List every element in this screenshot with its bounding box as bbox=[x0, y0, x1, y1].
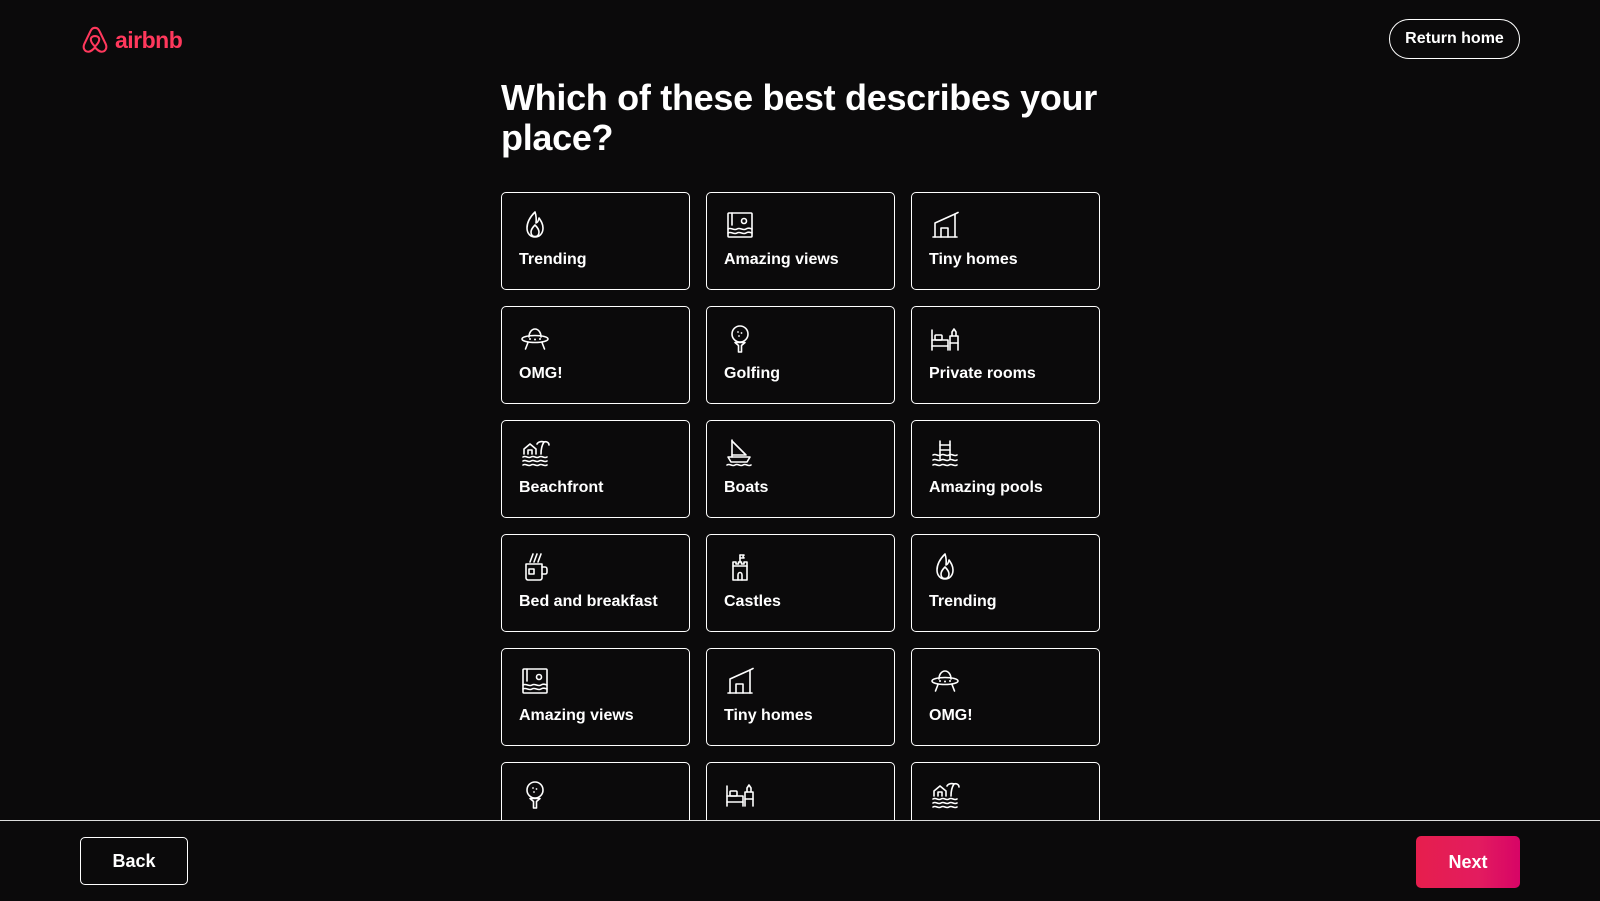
category-label: Golfing bbox=[724, 365, 780, 382]
category-label: Castles bbox=[724, 593, 781, 610]
category-label: Private rooms bbox=[929, 365, 1036, 382]
category-label: OMG! bbox=[929, 707, 973, 724]
category-card-amazing-views[interactable]: Amazing views bbox=[501, 648, 690, 746]
views-icon bbox=[724, 209, 756, 241]
next-button[interactable]: Next bbox=[1416, 836, 1520, 888]
category-card-omg[interactable]: OMG! bbox=[501, 306, 690, 404]
mug-icon bbox=[519, 551, 551, 583]
category-label: Amazing views bbox=[724, 251, 839, 268]
category-card-boats[interactable]: Boats bbox=[706, 420, 895, 518]
category-card-trending[interactable]: Trending bbox=[911, 534, 1100, 632]
category-label: Bed and breakfast bbox=[519, 593, 658, 610]
category-label: Boats bbox=[724, 479, 769, 496]
category-card-tiny-homes[interactable]: Tiny homes bbox=[706, 648, 895, 746]
castle-icon bbox=[724, 551, 756, 583]
airbnb-logo[interactable]: airbnb bbox=[80, 24, 183, 56]
category-card-golfing[interactable]: Golfing bbox=[706, 306, 895, 404]
ufo-icon bbox=[519, 323, 551, 355]
category-label: Amazing pools bbox=[929, 479, 1043, 496]
tiny-home-icon bbox=[929, 209, 961, 241]
category-card-private-rooms[interactable]: Private rooms bbox=[911, 306, 1100, 404]
category-label: Amazing views bbox=[519, 707, 634, 724]
category-card-castles[interactable]: Castles bbox=[706, 534, 895, 632]
category-card-trending[interactable]: Trending bbox=[501, 192, 690, 290]
category-card-amazing-views[interactable]: Amazing views bbox=[706, 192, 895, 290]
beachfront-icon bbox=[929, 779, 961, 811]
category-card-omg[interactable]: OMG! bbox=[911, 648, 1100, 746]
ufo-icon bbox=[929, 665, 961, 697]
category-card-beachfront[interactable]: Beachfront bbox=[501, 420, 690, 518]
flame-icon bbox=[929, 551, 961, 583]
beachfront-icon bbox=[519, 437, 551, 469]
flame-icon bbox=[519, 209, 551, 241]
category-grid: Trending Amazing views Tiny homes OMG! G… bbox=[501, 192, 1100, 820]
category-label: Trending bbox=[519, 251, 587, 268]
sailboat-icon bbox=[724, 437, 756, 469]
pool-icon bbox=[929, 437, 961, 469]
category-card-amazing-pools[interactable]: Amazing pools bbox=[911, 420, 1100, 518]
page-title: Which of these best describes your place… bbox=[501, 77, 1097, 158]
category-card-golfing[interactable] bbox=[501, 762, 690, 820]
category-label: Trending bbox=[929, 593, 997, 610]
category-label: OMG! bbox=[519, 365, 563, 382]
category-label: Beachfront bbox=[519, 479, 604, 496]
tiny-home-icon bbox=[724, 665, 756, 697]
category-card-tiny-homes[interactable]: Tiny homes bbox=[911, 192, 1100, 290]
main-content: Which of these best describes your place… bbox=[501, 0, 1101, 820]
category-card-bed-and-breakfast[interactable]: Bed and breakfast bbox=[501, 534, 690, 632]
footer-bar: Back Next bbox=[0, 820, 1600, 901]
airbnb-logo-icon bbox=[82, 26, 108, 53]
category-label: Tiny homes bbox=[724, 707, 813, 724]
views-icon bbox=[519, 665, 551, 697]
category-card-private-rooms[interactable] bbox=[706, 762, 895, 820]
bed-icon bbox=[929, 323, 961, 355]
golf-ball-icon bbox=[724, 323, 756, 355]
airbnb-logo-text: airbnb bbox=[115, 26, 183, 53]
category-label: Tiny homes bbox=[929, 251, 1018, 268]
back-button[interactable]: Back bbox=[80, 837, 188, 885]
golf-ball-icon bbox=[519, 779, 551, 811]
category-card-beachfront[interactable] bbox=[911, 762, 1100, 820]
bed-icon bbox=[724, 779, 756, 811]
return-home-button[interactable]: Return home bbox=[1389, 19, 1520, 59]
